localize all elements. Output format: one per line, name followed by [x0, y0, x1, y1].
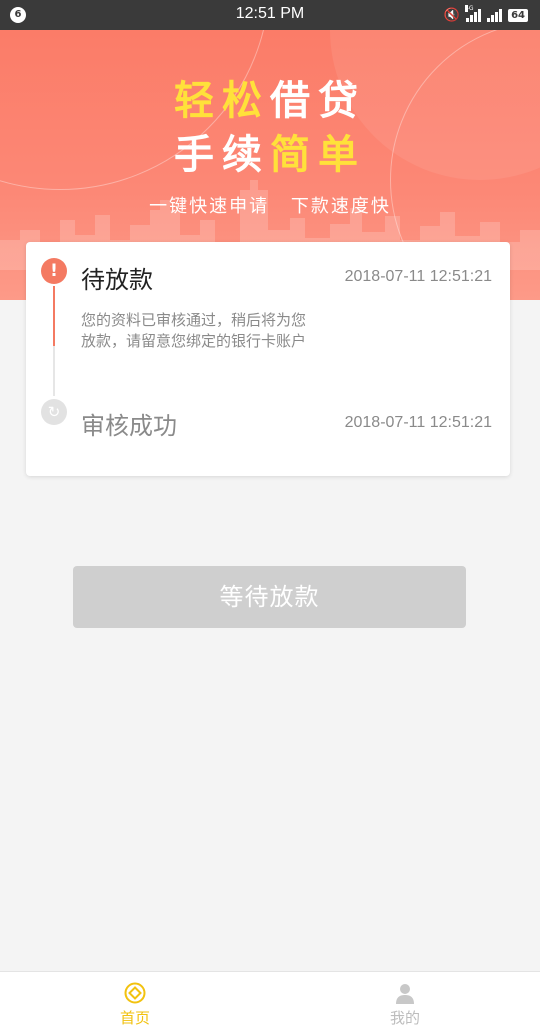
home-coin-icon	[124, 982, 146, 1004]
step-title-done: 审核成功	[81, 412, 177, 440]
battery-icon: 64	[508, 8, 528, 22]
tab-home[interactable]: 首页	[0, 972, 270, 1030]
network-type-label: 4G	[465, 4, 474, 12]
banner-subtitle-a: 一键快速申请	[149, 196, 270, 217]
status-icons: 🔇 4G 64	[443, 4, 528, 23]
await-disbursement-button[interactable]: 等待放款	[73, 566, 466, 628]
status-bar: 6 12:51 PM 🔇 4G 64	[0, 0, 540, 30]
step-time-current: 2018-07-11 12:51:21	[344, 268, 492, 285]
tab-label: 我的	[389, 1009, 420, 1027]
tab-mine[interactable]: 我的	[270, 972, 540, 1030]
banner-subtitle: 一键快速申请 下款速度快	[0, 192, 540, 218]
refresh-icon: ↻	[41, 399, 67, 425]
headline-highlight: 轻松	[174, 78, 270, 124]
banner-subtitle-b: 下款速度快	[290, 196, 391, 217]
banner-headline-1: 轻松借贷	[0, 68, 540, 126]
timeline-line	[53, 346, 55, 396]
step-title-current: 待放款	[81, 266, 153, 294]
banner-headline-2: 手续简单	[0, 122, 540, 180]
timeline-line	[53, 286, 55, 346]
mute-icon: 🔇	[443, 7, 461, 23]
headline-text: 借贷	[270, 78, 366, 124]
step-description-clipped	[81, 456, 306, 466]
alert-icon: !	[41, 258, 67, 284]
signal-icon	[487, 8, 503, 22]
step-description: 您的资料已审核通过，稍后将为您放款，请留意您绑定的银行卡账户	[81, 311, 307, 350]
tab-label: 首页	[119, 1009, 150, 1027]
bottom-tab-bar: 首页 我的	[0, 971, 540, 1030]
headline-text: 手续	[174, 132, 270, 178]
clipped-text	[81, 456, 306, 466]
user-icon	[396, 984, 414, 1004]
loan-status-card: ! 待放款 2018-07-11 12:51:21 您的资料已审核通过，稍后将为…	[26, 242, 510, 476]
step-time-done: 2018-07-11 12:51:21	[344, 414, 492, 431]
signal-icon: 4G	[465, 4, 482, 22]
headline-highlight: 简单	[270, 132, 366, 178]
